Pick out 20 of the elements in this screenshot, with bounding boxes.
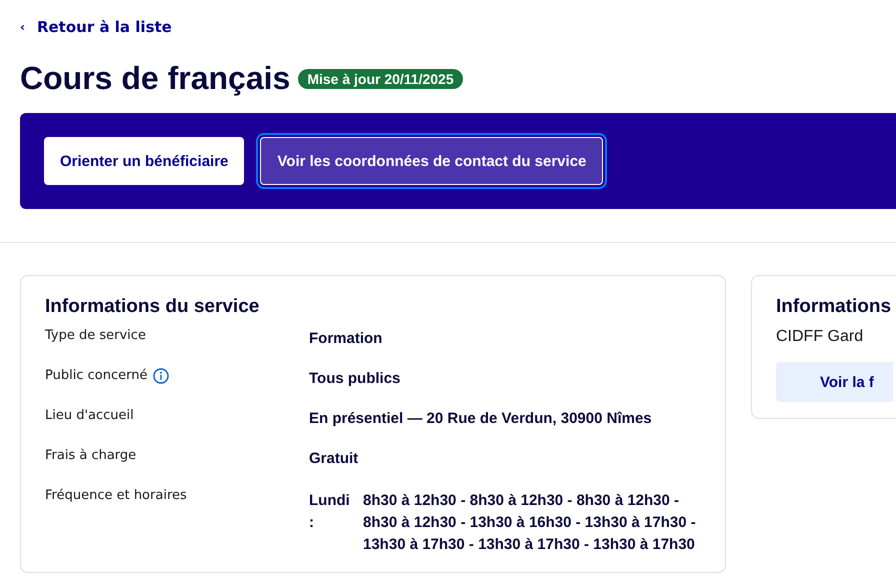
schedule-hours: 8h30 à 12h30 - 8h30 à 12h30 - 8h30 à 12h30 - 8h30 à 12h30 - 13h30 à 16h30 - 13h30 à 17h30 - 13h30 à 17h30 - 13h30 à 17h30 - 13h30 à 17h30 — [363, 491, 697, 555]
field-label: Frais à charge — [45, 448, 136, 463]
field-label: Fréquence et horaires — [45, 488, 187, 503]
organization-name: CIDFF Gard — [776, 328, 864, 346]
field-value: En présentiel — 20 Rue de Verdun, 30900 Nîmes — [309, 409, 653, 429]
page-title: Cours de français — [20, 60, 290, 97]
field-value: Tous publics — [309, 369, 402, 389]
info-icon[interactable] — [153, 368, 170, 384]
back-link[interactable]: ‹ Retour à la liste — [20, 16, 876, 38]
update-badge: Mise à jour 20/11/2025 — [298, 68, 463, 88]
field-value: Gratuit — [309, 449, 360, 469]
field-label: Public concerné — [45, 368, 148, 383]
field-label: Type de service — [45, 328, 146, 343]
day-label: Lundi : — [309, 491, 351, 533]
card-title: Informations — [776, 296, 892, 318]
structure-button[interactable]: Voir la f — [776, 362, 893, 402]
field-value: Formation — [309, 329, 384, 349]
field-label: Lieu d'accueil — [45, 408, 134, 423]
card-title: Informations du service — [45, 296, 260, 318]
refer-button[interactable]: Orienter un bénéficiaire — [44, 137, 244, 185]
